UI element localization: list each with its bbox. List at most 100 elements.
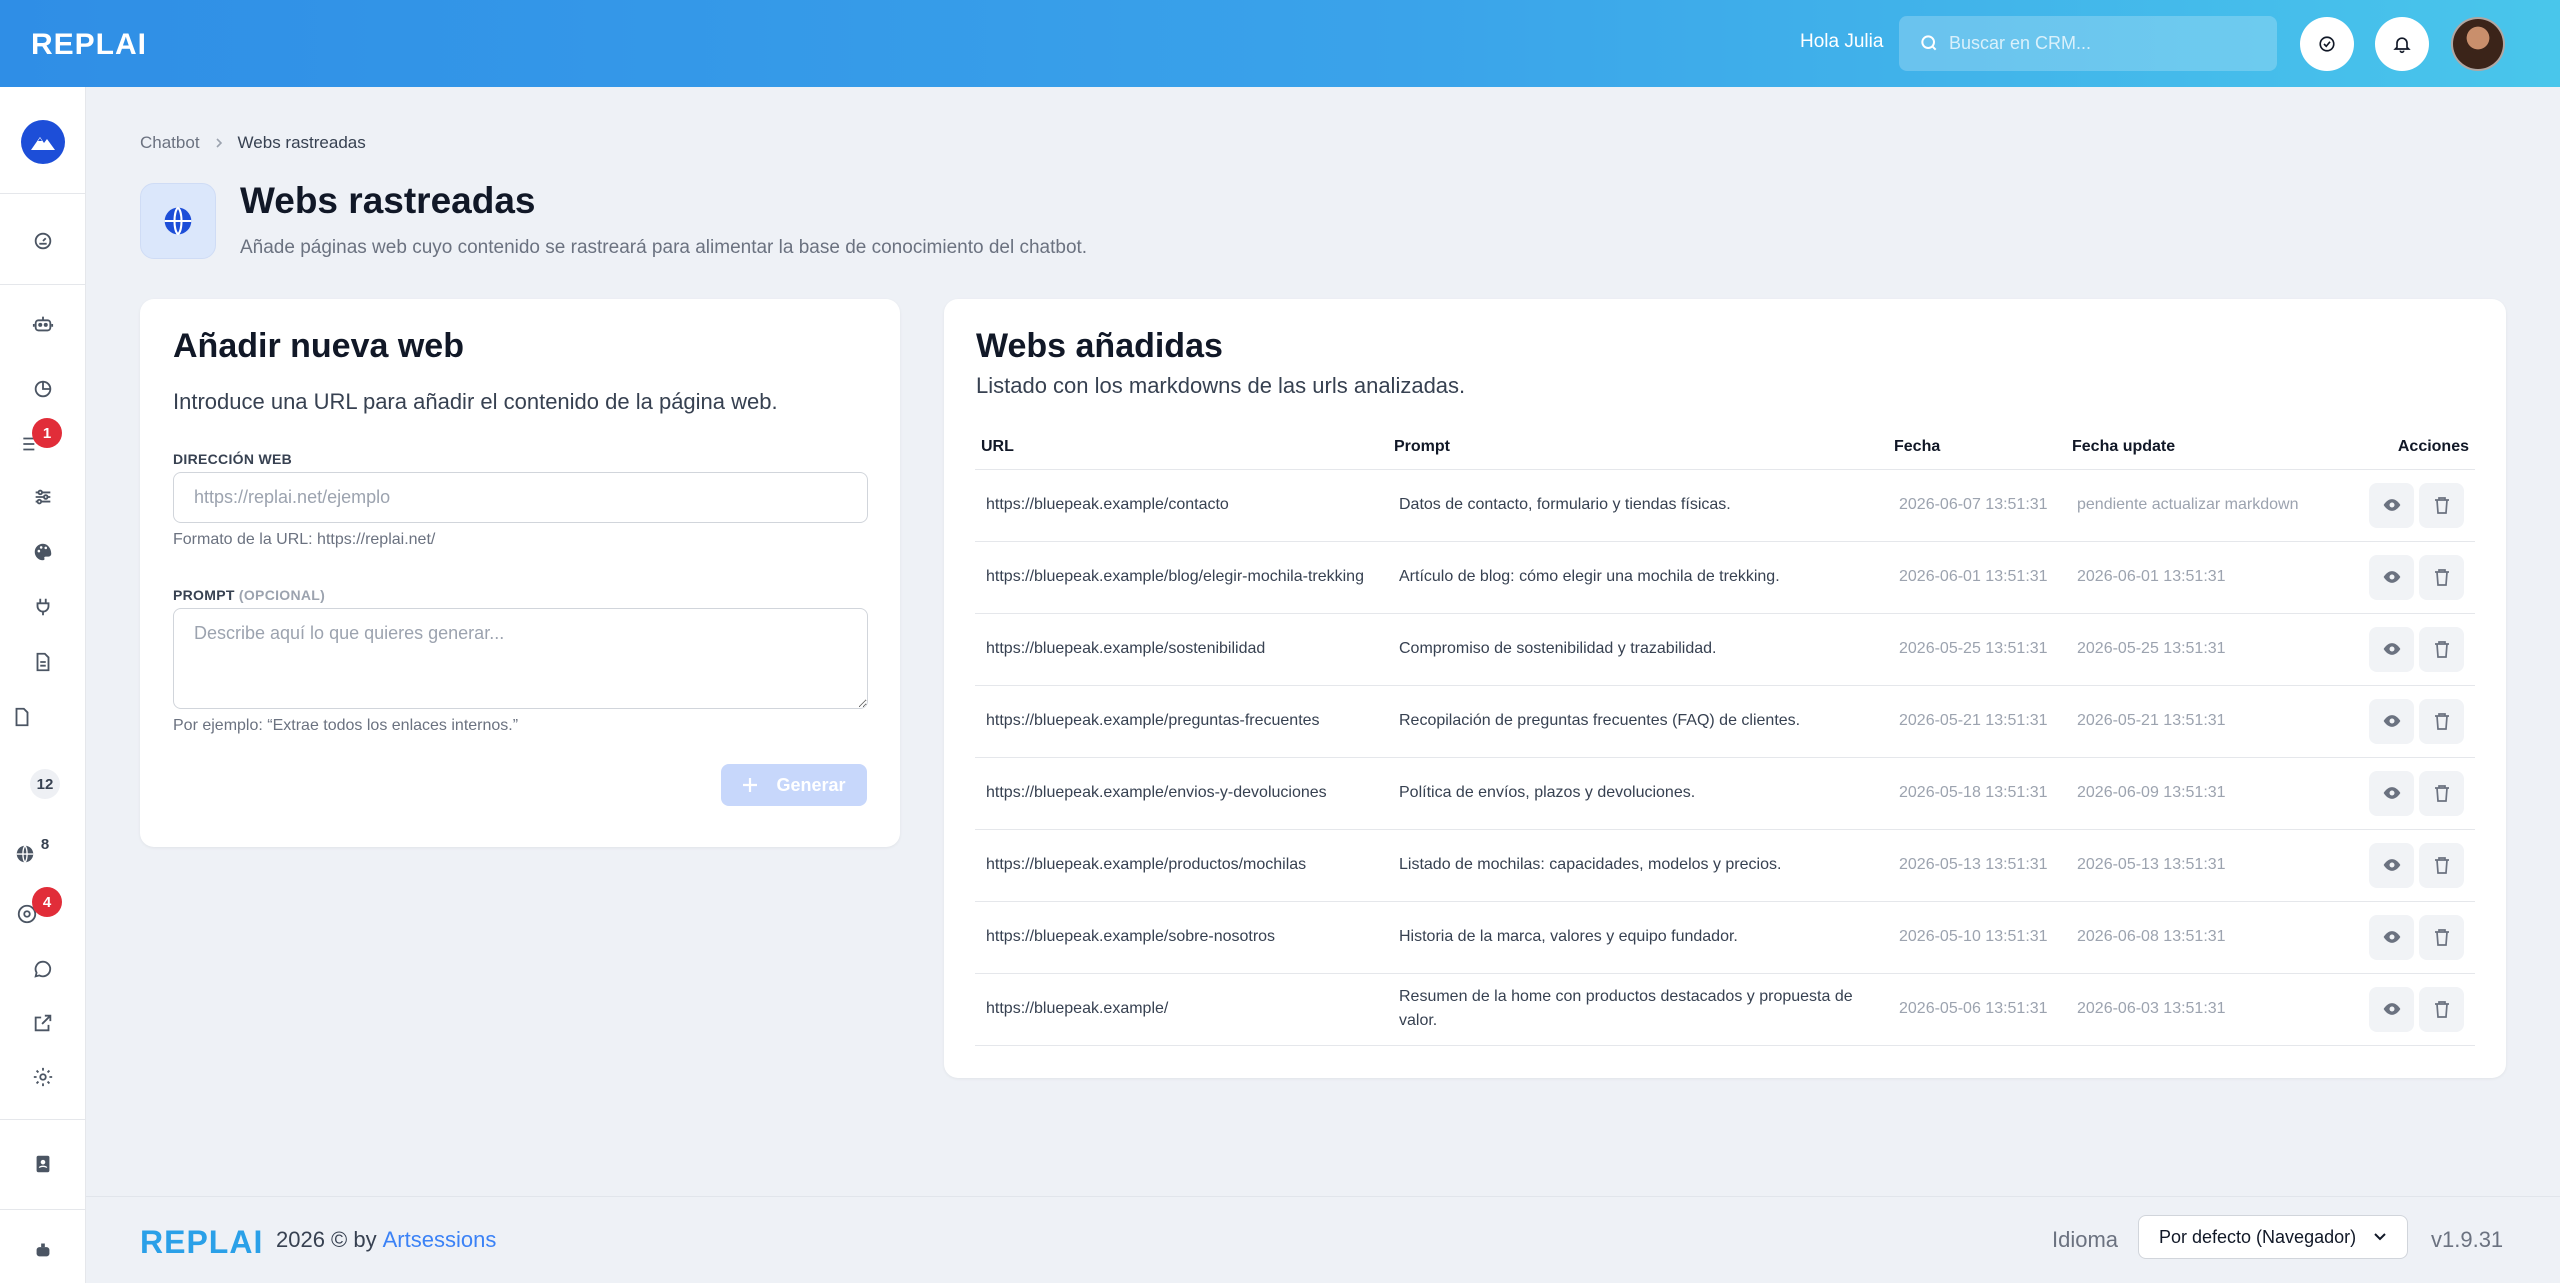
bell-icon bbox=[2393, 37, 2411, 54]
language-select[interactable]: Por defecto (Navegador) bbox=[2138, 1215, 2408, 1259]
search-input[interactable] bbox=[1949, 16, 2259, 71]
row-fecha: 2026-05-25 13:51:31 bbox=[1888, 613, 2066, 686]
gear-icon[interactable] bbox=[31, 1065, 55, 1089]
view-button[interactable] bbox=[2369, 986, 2414, 1032]
delete-button[interactable] bbox=[2419, 914, 2464, 960]
view-button[interactable] bbox=[2369, 698, 2414, 744]
row-fecha-update: 2026-06-03 13:51:31 bbox=[2066, 973, 2346, 1046]
trash-icon bbox=[2434, 713, 2449, 730]
view-button[interactable] bbox=[2369, 914, 2414, 960]
eye-icon bbox=[2383, 715, 2400, 727]
row-fecha-update: 2026-05-13 13:51:31 bbox=[2066, 829, 2346, 902]
row-actions bbox=[2346, 469, 2475, 542]
globe-badge: 8 bbox=[40, 835, 50, 853]
row-fecha-update: pendiente actualizar markdown bbox=[2066, 469, 2346, 542]
company-link[interactable]: Artsessions bbox=[383, 1227, 497, 1252]
delete-button[interactable] bbox=[2419, 770, 2464, 816]
table-row: https://bluepeak.example/blog/elegir-moc… bbox=[975, 541, 2475, 614]
row-fecha-update: 2026-05-21 13:51:31 bbox=[2066, 685, 2346, 758]
table-row: https://bluepeak.example/Resumen de la h… bbox=[975, 973, 2475, 1046]
row-url: https://bluepeak.example/blog/elegir-moc… bbox=[975, 541, 1388, 614]
prompt-textarea[interactable] bbox=[173, 608, 868, 709]
prompt-label-text: PROMPT bbox=[173, 587, 235, 603]
table-header-row: URL Prompt Fecha Fecha update Acciones bbox=[975, 425, 2475, 470]
files-icon[interactable] bbox=[10, 705, 34, 729]
delete-button[interactable] bbox=[2419, 554, 2464, 600]
delete-button[interactable] bbox=[2419, 986, 2464, 1032]
table-row: https://bluepeak.example/preguntas-frecu… bbox=[975, 685, 2475, 758]
row-actions bbox=[2346, 901, 2475, 974]
document-icon[interactable] bbox=[31, 650, 55, 674]
apps-badge: 4 bbox=[32, 887, 62, 917]
trash-icon bbox=[2434, 497, 2449, 514]
view-button[interactable] bbox=[2369, 842, 2414, 888]
trash-icon bbox=[2434, 785, 2449, 802]
row-actions bbox=[2346, 757, 2475, 830]
generate-button[interactable]: Generar bbox=[721, 764, 867, 806]
row-actions bbox=[2346, 829, 2475, 902]
webs-list-description: Listado con los markdowns de las urls an… bbox=[976, 373, 1466, 398]
row-prompt: Política de envíos, plazos y devolucione… bbox=[1388, 757, 1888, 830]
notifications-button[interactable] bbox=[2375, 17, 2429, 71]
breadcrumb-parent[interactable]: Chatbot bbox=[140, 133, 200, 153]
chat-icon[interactable] bbox=[31, 957, 55, 981]
app-logo[interactable]: REPLAI bbox=[31, 28, 147, 62]
generate-label: Generar bbox=[776, 774, 846, 795]
tasks-button[interactable] bbox=[2300, 17, 2354, 71]
url-input[interactable] bbox=[173, 472, 868, 523]
language-label: Idioma bbox=[2052, 1227, 2119, 1252]
table-row: https://bluepeak.example/sostenibilidad C… bbox=[975, 613, 2475, 686]
row-url: https://bluepeak.example/preguntas-frecu… bbox=[975, 685, 1388, 758]
globe-header-icon bbox=[140, 183, 216, 259]
eye-icon bbox=[2383, 787, 2400, 799]
view-button[interactable] bbox=[2369, 770, 2414, 816]
contacts-book-icon[interactable] bbox=[31, 1152, 55, 1176]
greeting: Hola Julia bbox=[1800, 31, 1884, 52]
sidebar: 1 12 8 4 bbox=[0, 87, 86, 1283]
delete-button[interactable] bbox=[2419, 698, 2464, 744]
row-prompt: Resumen de la home con productos destaca… bbox=[1388, 973, 1888, 1046]
view-button[interactable] bbox=[2369, 554, 2414, 600]
search-icon bbox=[1921, 35, 1937, 51]
plug-icon[interactable] bbox=[31, 595, 55, 619]
user-avatar[interactable] bbox=[2451, 17, 2505, 71]
view-button[interactable] bbox=[2369, 482, 2414, 528]
row-fecha: 2026-06-01 13:51:31 bbox=[1888, 541, 2066, 614]
webs-list-title: Webs añadidas bbox=[976, 327, 1223, 365]
search-box[interactable] bbox=[1899, 16, 2277, 71]
pie-chart-icon[interactable] bbox=[31, 377, 55, 401]
copyright-text: 2026 © by bbox=[276, 1227, 377, 1252]
row-fecha: 2026-06-07 13:51:31 bbox=[1888, 469, 2066, 542]
delete-button[interactable] bbox=[2419, 842, 2464, 888]
row-url: https://bluepeak.example/ bbox=[975, 973, 1388, 1046]
delete-button[interactable] bbox=[2419, 482, 2464, 528]
row-actions bbox=[2346, 973, 2475, 1046]
prompt-optional: (OPCIONAL) bbox=[238, 587, 326, 603]
row-actions bbox=[2346, 613, 2475, 686]
robot-icon[interactable] bbox=[31, 312, 55, 336]
chevron-right-icon bbox=[215, 138, 222, 148]
trash-icon bbox=[2434, 1001, 2449, 1018]
footer: REPLAI 2026 © by Artsessions Idioma Por d… bbox=[86, 1196, 2560, 1283]
prompt-label: PROMPT (OPCIONAL) bbox=[173, 587, 325, 603]
table-row: https://bluepeak.example/envios-y-devolu… bbox=[975, 757, 2475, 830]
url-hint: Formato de la URL: https://replai.net/ bbox=[173, 531, 436, 548]
row-fecha-update: 2026-05-25 13:51:31 bbox=[2066, 613, 2346, 686]
sliders-icon[interactable] bbox=[31, 485, 55, 509]
external-link-icon[interactable] bbox=[31, 1011, 55, 1035]
breadcrumb: Chatbot Webs rastreadas bbox=[140, 133, 366, 153]
eye-icon bbox=[2383, 643, 2400, 655]
table-row: https://bluepeak.example/productos/mochi… bbox=[975, 829, 2475, 902]
page-title: Webs rastreadas bbox=[240, 180, 536, 221]
row-fecha-update: 2026-06-09 13:51:31 bbox=[2066, 757, 2346, 830]
dashboard-icon[interactable] bbox=[31, 229, 55, 253]
webs-table: URL Prompt Fecha Fecha update Acciones h… bbox=[975, 425, 2475, 1046]
bot-footer-icon[interactable] bbox=[31, 1237, 55, 1261]
brand-mountain-icon[interactable] bbox=[21, 120, 65, 164]
row-url: https://bluepeak.example/sobre-nosotros bbox=[975, 901, 1388, 974]
palette-icon[interactable] bbox=[31, 540, 55, 564]
row-actions bbox=[2346, 685, 2475, 758]
prompt-hint: Por ejemplo: “Extrae todos los enlaces i… bbox=[173, 717, 519, 734]
delete-button[interactable] bbox=[2419, 626, 2464, 672]
view-button[interactable] bbox=[2369, 626, 2414, 672]
